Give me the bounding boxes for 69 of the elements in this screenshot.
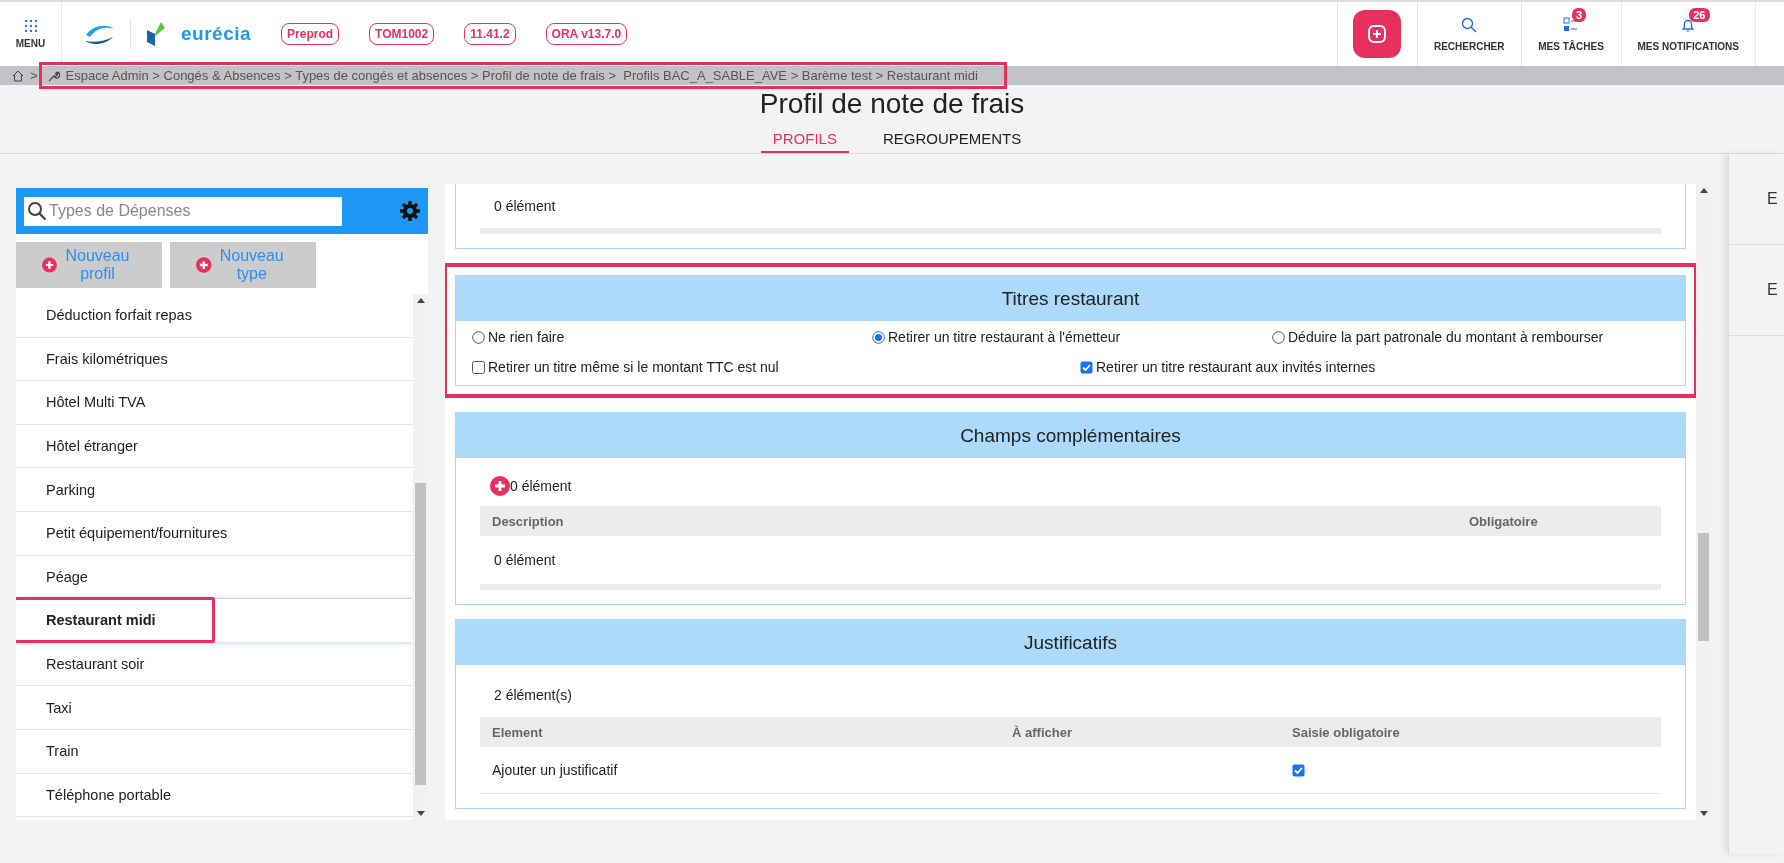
- scroll-down-icon[interactable]: [1699, 811, 1708, 816]
- table-cell-text: Ajouter un justificatif: [492, 762, 619, 778]
- add-icon: [490, 476, 510, 496]
- expense-type-item[interactable]: Restaurant soir: [16, 642, 413, 687]
- breadcrumb-separator: >: [30, 68, 38, 83]
- element-count: 0 élément: [510, 478, 572, 494]
- checkbox-label[interactable]: Retirer un titre restaurant aux invités internes: [1096, 359, 1376, 375]
- scroll-up-icon[interactable]: [1699, 188, 1708, 193]
- radio-label[interactable]: Ne rien faire: [488, 329, 565, 345]
- column-header: Obligatoire: [1469, 513, 1539, 529]
- count-badge: 3: [1572, 7, 1587, 22]
- checkbox-label[interactable]: Retirer un titre même si le montant TTC est nul: [488, 359, 779, 375]
- count-badge: 26: [1689, 7, 1710, 22]
- expense-type-item[interactable]: Téléphone portable: [16, 773, 413, 818]
- home-icon[interactable]: [12, 69, 24, 82]
- radio-button[interactable]: [472, 330, 485, 344]
- environment-badge: ORA v13.7.0: [545, 23, 628, 45]
- page-title: Profil de note de frais: [758, 88, 1026, 120]
- side-menu-item[interactable]: E: [1767, 190, 1778, 208]
- plus-circle-icon: [196, 255, 212, 275]
- plus-circle-icon: [42, 255, 57, 275]
- column-header: Description: [492, 513, 565, 529]
- grid-icon: [24, 19, 37, 32]
- expense-type-item[interactable]: Restaurant midi: [16, 599, 413, 643]
- section-title: Titres restaurant: [456, 276, 1685, 321]
- expense-type-item[interactable]: Train: [16, 729, 413, 774]
- leaf-logo-icon: [145, 22, 167, 46]
- checkbox[interactable]: [1292, 763, 1305, 777]
- radio-button[interactable]: [872, 330, 885, 344]
- settings-icon[interactable]: [400, 201, 420, 221]
- scrollbar[interactable]: [413, 294, 428, 820]
- radio-label[interactable]: Déduire la part patronale du montant à rembourser: [1288, 329, 1604, 345]
- environment-badge: 11.41.2: [464, 23, 516, 45]
- radio-label[interactable]: Retirer un titre restaurant à l'émetteur: [888, 329, 1121, 345]
- checkbox[interactable]: [1080, 360, 1093, 374]
- section-title: Champs complémentaires: [456, 413, 1685, 458]
- tab[interactable]: PROFILS: [760, 126, 849, 153]
- search-icon: [27, 200, 47, 221]
- plus-square-icon: [1368, 25, 1387, 43]
- column-header: À afficher: [1012, 724, 1073, 740]
- section-title: Justificatifs: [456, 620, 1685, 665]
- add-button[interactable]: [1353, 10, 1402, 58]
- brand-name: eurécia: [181, 23, 252, 45]
- expense-type-item[interactable]: Taxi: [16, 686, 413, 730]
- column-header: Element: [492, 724, 544, 740]
- environment-badge: TOM1002: [369, 23, 435, 45]
- search-field[interactable]: Types de Dépenses: [24, 196, 342, 226]
- expense-type-item[interactable]: Petit équipement/fournitures: [16, 511, 413, 556]
- column-header: Saisie obligatoire: [1292, 724, 1401, 740]
- expense-type-item[interactable]: Hôtel étranger: [16, 424, 413, 469]
- expense-type-item[interactable]: Parking: [16, 468, 413, 512]
- expense-type-item[interactable]: Frais kilométriques: [16, 337, 413, 382]
- environment-badge: Preprod: [281, 23, 340, 45]
- expense-type-item[interactable]: Hôtel Multi TVA: [16, 381, 413, 425]
- expense-type-item[interactable]: Déduction forfait repas: [16, 294, 413, 338]
- breadcrumb-path[interactable]: Espace Admin > Congés & Absences > Types de congés et absences > Profil de note de frais > Profils BAC_A_SABLE_AVE > Barème test > Restaurant midi: [65, 68, 978, 83]
- empty-message: 0 élément: [494, 552, 556, 568]
- scroll-down-icon[interactable]: [416, 811, 425, 816]
- checkbox[interactable]: [472, 360, 485, 374]
- side-menu-item[interactable]: E: [1767, 281, 1778, 299]
- scroll-up-icon[interactable]: [416, 298, 425, 303]
- wrench-icon: [47, 69, 60, 82]
- search-icon: [1461, 16, 1478, 33]
- element-count: 0 élément: [494, 198, 556, 214]
- radio-button[interactable]: [1272, 330, 1285, 344]
- scroll-thumb[interactable]: [415, 483, 426, 785]
- element-count: 2 élément(s): [494, 687, 572, 703]
- tab[interactable]: REGROUPEMENTS: [870, 126, 1034, 153]
- scroll-thumb[interactable]: [1698, 533, 1709, 641]
